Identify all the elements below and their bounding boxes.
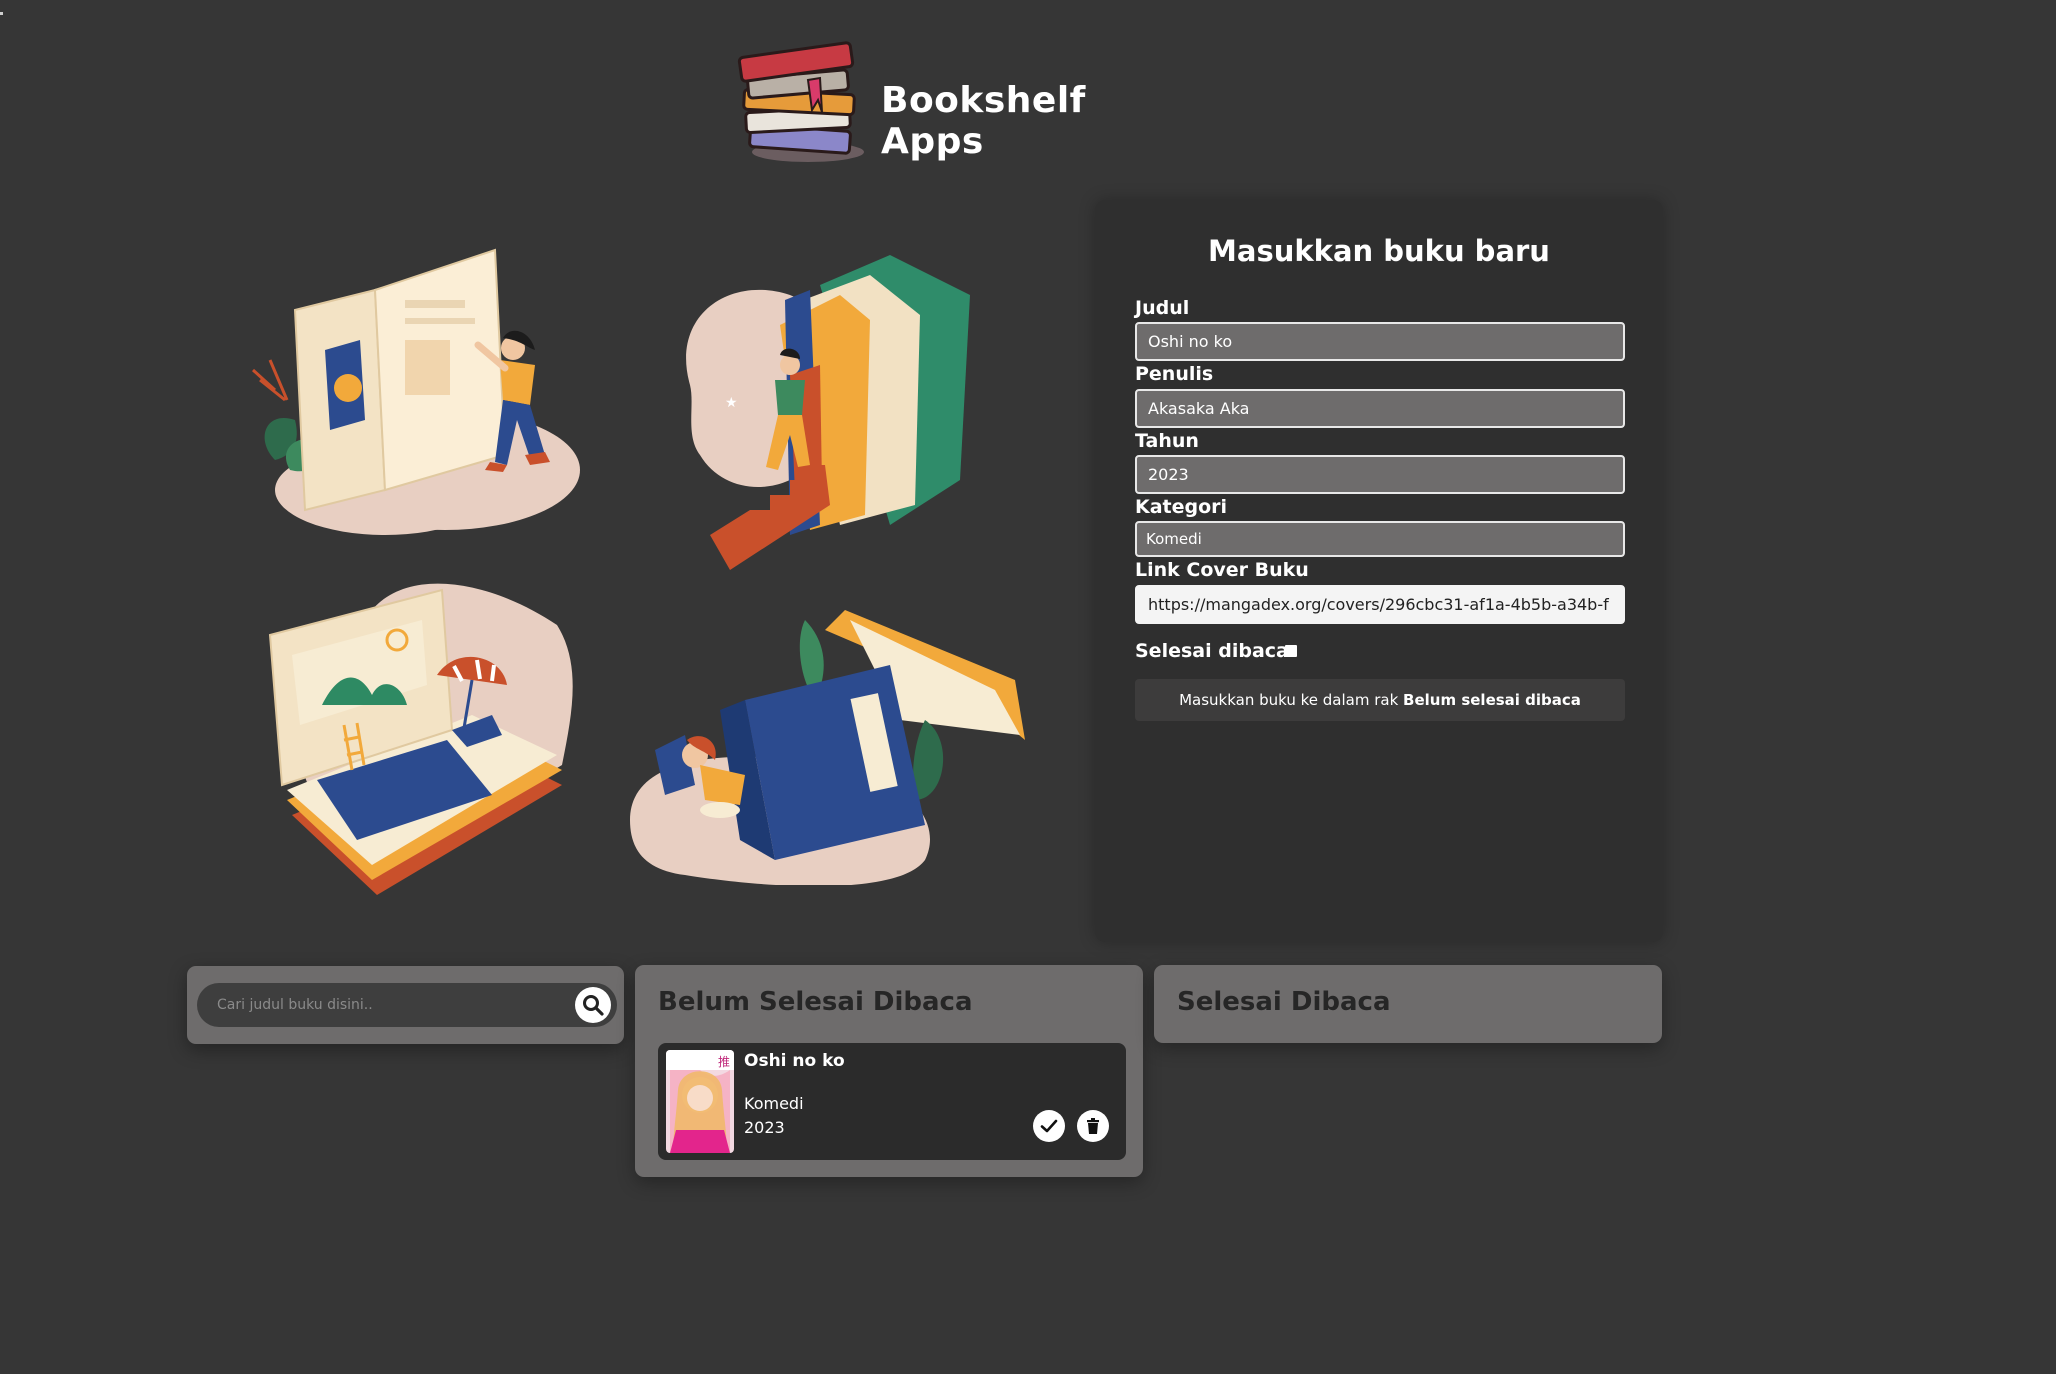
trash-icon — [1087, 1118, 1099, 1134]
door-book-illustration: ★ — [686, 255, 970, 570]
book-year: 2023 — [744, 1118, 785, 1137]
search-placeholder: Cari judul buku disini.. — [217, 997, 373, 1013]
submit-button-shelf-name: Belum selesai dibaca — [1403, 691, 1581, 709]
book-tent-illustration — [630, 610, 1025, 885]
penulis-input[interactable]: Akasaka Aka — [1135, 389, 1625, 428]
check-icon — [1040, 1119, 1058, 1133]
unread-shelf-title: Belum Selesai Dibaca — [658, 987, 973, 1017]
judul-label: Judul — [1135, 297, 1190, 319]
corner-dot — [0, 12, 3, 15]
read-shelf-title: Selesai Dibaca — [1177, 987, 1391, 1017]
search-panel: Cari judul buku disini.. — [187, 966, 624, 1044]
selesai-dibaca-checkbox[interactable] — [1285, 645, 1297, 657]
cover-link-input[interactable]: https://mangadex.org/covers/296cbc31-af1… — [1135, 585, 1625, 624]
kategori-select[interactable]: Komedi — [1135, 521, 1625, 557]
kategori-label: Kategori — [1135, 496, 1228, 518]
book-title: Oshi no ko — [744, 1051, 845, 1071]
app-header: Bookshelf Apps — [736, 40, 1156, 170]
submit-button-text: Masukkan buku ke dalam rak — [1179, 691, 1404, 709]
search-input[interactable]: Cari judul buku disini.. — [197, 983, 617, 1027]
read-shelf: Selesai Dibaca — [1154, 965, 1662, 1043]
pool-book-illustration — [268, 583, 573, 895]
search-button[interactable] — [575, 987, 611, 1023]
app-title: Bookshelf Apps — [881, 80, 1086, 162]
reading-book-illustration — [251, 248, 580, 535]
tahun-input[interactable]: 2023 — [1135, 455, 1625, 494]
add-book-form: Masukkan buku baru Judul Oshi no ko Penu… — [1095, 200, 1663, 942]
search-icon — [583, 995, 604, 1016]
unread-shelf: Belum Selesai Dibaca 推 Oshi no ko Komedi… — [635, 965, 1143, 1177]
submit-book-button[interactable]: Masukkan buku ke dalam rak Belum selesai… — [1135, 679, 1625, 721]
delete-book-button[interactable] — [1077, 1110, 1109, 1142]
penulis-label: Penulis — [1135, 363, 1214, 385]
form-title: Masukkan buku baru — [1208, 234, 1550, 268]
book-item: 推 Oshi no ko Komedi 2023 — [658, 1043, 1126, 1160]
svg-text:★: ★ — [725, 395, 738, 411]
book-cover-image: 推 — [666, 1050, 734, 1153]
svg-text:推: 推 — [718, 1055, 730, 1069]
cover-link-label: Link Cover Buku — [1135, 559, 1309, 581]
selesai-dibaca-label: Selesai dibaca — [1135, 640, 1289, 662]
tahun-label: Tahun — [1135, 430, 1199, 452]
mark-finished-button[interactable] — [1033, 1110, 1065, 1142]
judul-input[interactable]: Oshi no ko — [1135, 322, 1625, 361]
bookshelf-logo — [737, 41, 864, 162]
book-category: Komedi — [744, 1094, 804, 1113]
